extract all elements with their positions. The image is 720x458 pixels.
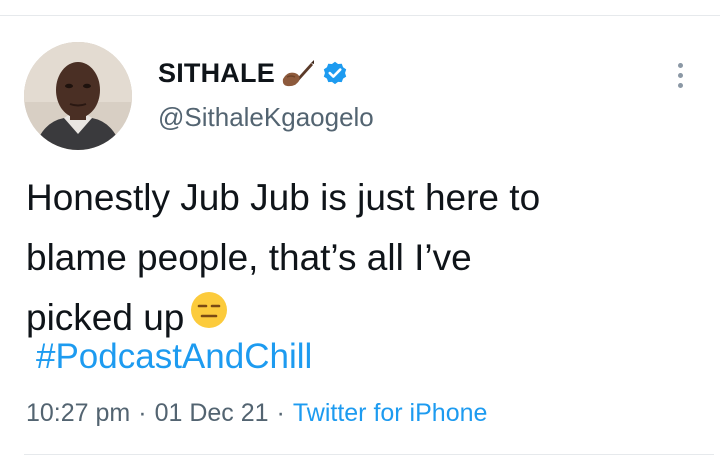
tweet-line: blame people, that’s all I’ve (26, 237, 472, 278)
source-link[interactable]: Twitter for iPhone (293, 399, 488, 427)
author-row[interactable]: SITHALE (158, 58, 349, 89)
avatar-photo (24, 42, 132, 150)
bottom-divider (24, 454, 714, 455)
meta-separator: · (138, 399, 147, 427)
more-dot (677, 82, 683, 88)
more-dot (677, 72, 683, 78)
tweet-time[interactable]: 10:27 pm (26, 399, 130, 427)
tweet-text: Honestly Jub Jub is just here to blame p… (26, 168, 686, 350)
tweet-meta: 10:27 pm · 01 Dec 21 · Twitter for iPhone (26, 399, 487, 428)
tweet-line: picked up (26, 297, 185, 338)
more-options-button[interactable] (666, 58, 694, 92)
user-handle[interactable]: @SithaleKgaogelo (158, 102, 374, 133)
more-dot (677, 62, 683, 68)
tweet-card: SITHALE @SithaleKgaogelo Honestly Jub Ju… (0, 0, 720, 458)
display-name[interactable]: SITHALE (158, 58, 275, 89)
avatar[interactable] (24, 42, 132, 150)
verified-badge-icon (321, 60, 349, 88)
writing-hand-icon (281, 59, 315, 89)
tweet-line: Honestly Jub Jub is just here to (26, 177, 541, 218)
top-divider (0, 15, 720, 16)
hashtag-link[interactable]: #PodcastAndChill (36, 337, 312, 377)
tweet-date[interactable]: 01 Dec 21 (155, 399, 269, 427)
meta-separator: · (276, 399, 285, 427)
